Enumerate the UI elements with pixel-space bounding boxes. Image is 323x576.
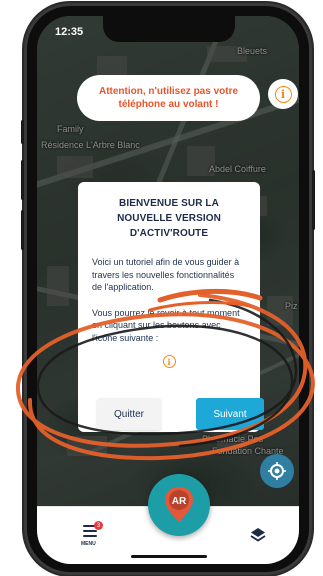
home-indicator bbox=[131, 555, 207, 558]
ar-pin-icon: AR bbox=[165, 487, 193, 522]
info-circle-icon: i bbox=[162, 355, 176, 368]
menu-button[interactable]: 3 MENU bbox=[77, 521, 107, 551]
ar-button[interactable]: AR bbox=[148, 474, 210, 536]
layers-button[interactable] bbox=[250, 527, 266, 543]
next-button[interactable]: Suivant bbox=[196, 398, 264, 430]
locate-icon bbox=[268, 462, 286, 480]
volume-up-button bbox=[21, 160, 24, 200]
driving-warning-banner: Attention, n'utilisez pas votre téléphon… bbox=[77, 75, 260, 121]
power-button bbox=[312, 170, 315, 230]
welcome-dialog: BIENVENUE SUR LA NOUVELLE VERSION D'ACTI… bbox=[78, 182, 264, 432]
phone-screen: Family Résidence L'Arbre Blanc Abdel Coi… bbox=[37, 16, 299, 564]
status-time: 12:35 bbox=[55, 26, 84, 38]
layers-icon bbox=[250, 528, 266, 542]
dialog-help-text: Vous pourrez le revoir à tout moment en … bbox=[92, 307, 240, 343]
driving-warning-text: Attention, n'utilisez pas votre téléphon… bbox=[98, 86, 239, 110]
notch bbox=[103, 16, 235, 42]
notification-badge: 3 bbox=[94, 521, 103, 530]
locate-button[interactable] bbox=[260, 454, 294, 488]
dialog-intro-text: Voici un tutoriel afin de vous guider à … bbox=[92, 257, 240, 292]
quit-button[interactable]: Quitter bbox=[97, 398, 161, 430]
info-button[interactable]: i bbox=[268, 79, 298, 109]
dialog-title: BIENVENUE SUR LA NOUVELLE VERSION D'ACTI… bbox=[117, 198, 221, 239]
ar-label: AR bbox=[172, 496, 187, 507]
volume-down-button bbox=[21, 210, 24, 250]
info-circle-icon: i bbox=[274, 85, 292, 103]
menu-label: MENU bbox=[81, 541, 96, 547]
mute-switch bbox=[21, 120, 24, 144]
